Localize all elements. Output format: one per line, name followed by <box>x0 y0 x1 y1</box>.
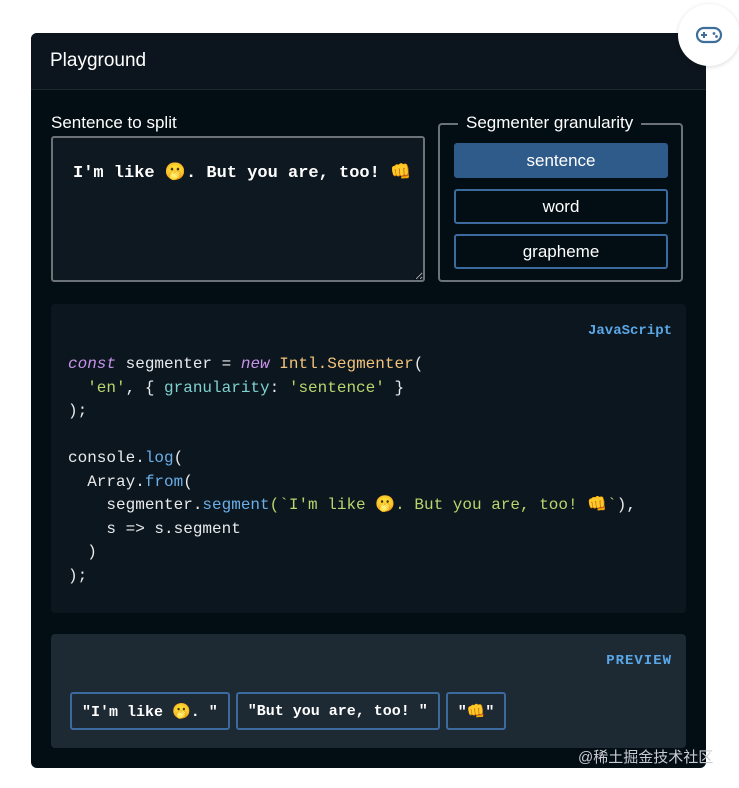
granularity-fieldset: Segmenter granularity sentence word grap… <box>438 113 683 282</box>
code-token: Intl.Segmenter <box>279 355 414 373</box>
code-token: (`I'm like 🫢. But you are, too! 👊` <box>269 496 617 514</box>
watermark: @稀土掘金技术社区 <box>578 749 714 766</box>
code-token: ( <box>173 449 184 467</box>
code-token: segmenter. <box>106 496 203 514</box>
granularity-word-button[interactable]: word <box>454 189 668 224</box>
code-token: log <box>144 449 174 467</box>
code-token: } <box>384 378 405 397</box>
gamepad-icon <box>689 15 729 55</box>
code-token: from <box>144 472 184 491</box>
code-token: segmenter = <box>116 355 241 373</box>
sentence-label: Sentence to split <box>51 113 177 132</box>
segment-list: "I'm like 🫢. " "But you are, too! " "👊" <box>70 692 507 730</box>
code-token: ( <box>413 355 424 373</box>
segment-item: "👊" <box>445 692 507 730</box>
gamepad-button[interactable] <box>678 4 739 66</box>
granularity-sentence-button[interactable]: sentence <box>454 143 668 178</box>
preview-label: PREVIEW <box>606 653 672 669</box>
granularity-legend: Segmenter granularity <box>458 113 642 133</box>
code-token: granularity <box>164 378 270 397</box>
code-token: ); <box>68 566 88 585</box>
panel-header: Playground <box>31 33 706 90</box>
segment-item: "But you are, too! " <box>235 692 440 730</box>
code-block: JavaScript const segmenter = new Intl.Se… <box>51 304 686 613</box>
code-token: Array. <box>87 472 145 491</box>
code-token: ); <box>68 402 88 420</box>
code-token: s => s.segment <box>106 519 241 538</box>
code-token: : <box>269 378 289 397</box>
code-language-tag: JavaScript <box>587 323 672 339</box>
code-token: , { <box>125 378 165 397</box>
segment-item: "I'm like 🫢. " <box>70 692 230 730</box>
sentence-input[interactable] <box>51 136 425 282</box>
code-token: ( <box>183 472 193 491</box>
code-content: const segmenter = new Intl.Segmenter( 'e… <box>68 353 636 588</box>
panel-title: Playground <box>50 50 147 71</box>
preview-block: PREVIEW "I'm like 🫢. " "But you are, too… <box>51 634 686 748</box>
code-token: console. <box>68 449 145 467</box>
granularity-grapheme-button[interactable]: grapheme <box>454 234 668 269</box>
code-token: segment <box>202 496 270 514</box>
code-token: new <box>240 355 270 373</box>
code-token: 'sentence' <box>288 378 385 397</box>
playground-panel: Playground Sentence to split Segmenter g… <box>31 33 706 768</box>
code-token: ), <box>616 496 636 514</box>
code-token: const <box>68 355 117 373</box>
code-token: ) <box>87 543 97 561</box>
code-token: 'en' <box>87 378 126 397</box>
